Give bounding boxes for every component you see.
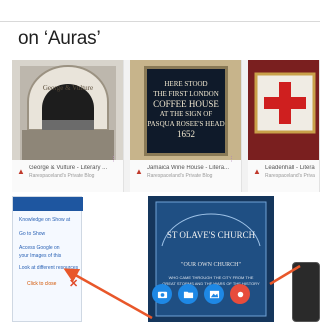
plaque-line: PASQUA ROSEE'S HEAD [147,120,225,128]
source-icon: ▲ [253,167,261,176]
cross-photo[interactable] [248,60,319,160]
poster-title: ST OLAVE'S CHURCH [166,230,256,240]
plaque-line: 1652 [177,129,195,139]
image-result-card[interactable]: ▲ Leadenhall - Literary London ... Rares… [248,60,320,192]
arch-photo[interactable]: George & Vulture [12,60,123,160]
arch-inscription: George & Vulture [43,84,93,92]
menu-line: Go to Show [19,231,46,237]
record-button[interactable] [230,284,250,304]
church-poster-screenshot: ST OLAVE'S CHURCH "OUR OWN CHURCH" WHO C… [148,196,274,322]
close-icon[interactable]: ✕ [69,277,78,290]
image-result-card[interactable]: HERE STOOD THE FIRST LONDON COFFEE HOUSE… [130,60,242,192]
menu-line: Knowledge on Show at [19,217,71,223]
plaque-photo[interactable]: HERE STOOD THE FIRST LONDON COFFEE HOUSE… [130,60,241,160]
image-icon [209,290,219,298]
source-icon: ▲ [17,167,25,176]
menu-line: Look at different resources [19,265,79,271]
close-label[interactable]: Click to close [27,281,56,287]
folder-icon [183,291,193,298]
card-source: Rarespaceland's Private Blog [265,173,315,179]
more-icon[interactable]: ⋮ [110,155,117,163]
camera-icon [157,291,167,298]
phone-header [13,197,83,211]
plaque-line: HERE STOOD [164,80,208,88]
card-source: Rarespaceland's Private Blog [147,173,213,179]
image-result-card[interactable]: George & Vulture ⋮ ▲ George & Vulture - … [12,60,124,192]
top-bar [0,0,320,22]
phone-thumbnail [292,262,320,322]
image-button[interactable] [204,284,224,304]
card-source: Rarespaceland's Private Blog [29,173,95,179]
page-title: on ‘Auras’ [18,28,101,49]
record-icon [237,291,243,297]
card-title[interactable]: Jamaica Wine House - Litera... [147,165,237,171]
card-title[interactable]: George & Vulture - Literary ... [29,165,119,171]
phone-menu-screenshot: Knowledge on Show at Go to Show Access G… [12,196,83,322]
arrow-left [63,268,153,320]
folder-button[interactable] [178,284,198,304]
more-icon[interactable]: ⋮ [228,155,235,163]
image-results-row: George & Vulture ⋮ ▲ George & Vulture - … [12,60,320,192]
menu-line: Access Google on [19,245,60,251]
plaque-line: AT THE SIGN OF [159,110,213,118]
camera-button[interactable] [152,284,172,304]
source-icon: ▲ [135,167,143,176]
plaque-line: COFFEE HOUSE [153,99,219,109]
card-title[interactable]: Leadenhall - Literary London ... [265,165,315,171]
poster-subtitle: "OUR OWN CHURCH" [181,262,241,268]
menu-line: your Images of this [19,253,62,259]
coffee-house-plaque: HERE STOOD THE FIRST LONDON COFFEE HOUSE… [144,66,228,156]
plaque-line: THE FIRST LONDON [153,90,219,98]
